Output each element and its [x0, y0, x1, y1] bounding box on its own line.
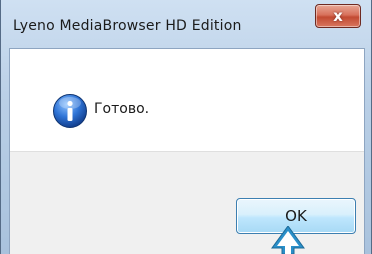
info-icon	[53, 94, 87, 128]
dialog-client-area: Готово. OK	[9, 48, 365, 254]
message-dialog: Lyeno MediaBrowser HD Edition x Готово. …	[0, 0, 372, 254]
close-icon: x	[333, 6, 343, 25]
message-text: Готово.	[94, 101, 150, 117]
close-button[interactable]: x	[315, 4, 361, 28]
button-bar: OK	[10, 151, 364, 254]
message-area: Готово.	[10, 49, 364, 151]
ok-button-label: OK	[285, 207, 307, 225]
pointer-arrow-icon	[271, 226, 305, 254]
screenshot: Lyeno MediaBrowser HD Edition x Готово. …	[0, 0, 372, 254]
window-title: Lyeno MediaBrowser HD Edition	[13, 18, 242, 34]
title-bar[interactable]: Lyeno MediaBrowser HD Edition x	[1, 0, 372, 48]
